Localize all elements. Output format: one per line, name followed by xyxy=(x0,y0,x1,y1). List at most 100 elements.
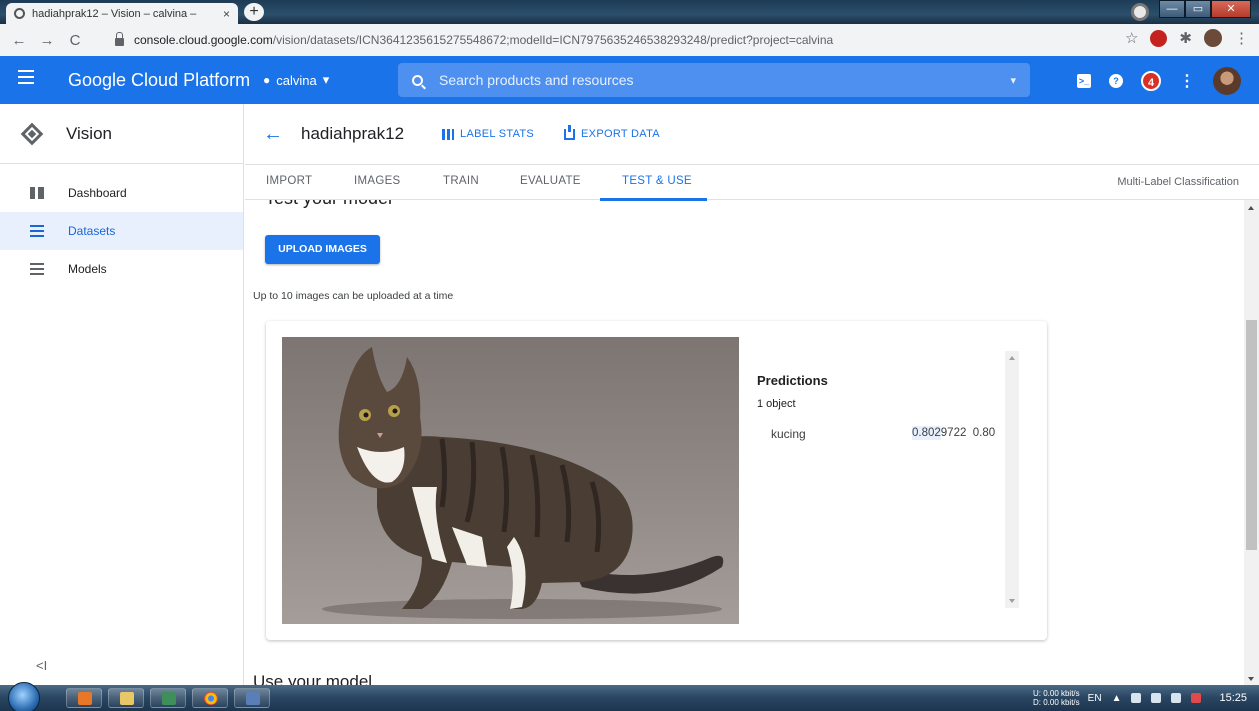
address-bar[interactable]: console.cloud.google.com/vision/datasets… xyxy=(105,27,1105,53)
dataset-header: ← hadiahprak12 LABEL STATS EXPORT DATA xyxy=(245,104,1259,164)
system-tray: U: 0.00 kbit/s D: 0.00 kbit/s EN ▲ 15:25 xyxy=(1033,689,1247,707)
header-actions: >_ ? 4 ⋮ xyxy=(1077,67,1241,95)
browser-tab[interactable]: hadiahprak12 – Vision – calvina – × xyxy=(6,3,238,24)
hamburger-menu-icon[interactable] xyxy=(18,70,34,88)
cat-illustration xyxy=(322,347,724,619)
profile-avatar-icon[interactable] xyxy=(1204,29,1222,47)
main-content: ← hadiahprak12 LABEL STATS EXPORT DATA I… xyxy=(245,104,1259,685)
reload-icon[interactable]: C xyxy=(64,32,86,49)
start-button[interactable] xyxy=(8,682,40,711)
prediction-label: kucing xyxy=(771,427,806,441)
net-down: D: 0.00 kbit/s xyxy=(1032,698,1080,707)
prediction-score: 0.8029722 0.80 xyxy=(912,426,996,440)
browser-toolbar-right: ☆ ✱ ⋮ xyxy=(1125,29,1249,47)
browser-menu-icon[interactable]: ⋮ xyxy=(1234,29,1249,47)
predictions-count: 1 object xyxy=(757,398,796,410)
test-model-heading: Test your model xyxy=(265,200,392,209)
browser-tabstrip: hadiahprak12 – Vision – calvina – × + — … xyxy=(0,0,1259,24)
bar-chart-icon xyxy=(442,128,455,140)
signal-icon[interactable] xyxy=(1171,693,1182,703)
collapse-sidebar-icon[interactable]: <I xyxy=(36,658,47,673)
network-speed: U: 0.00 kbit/s D: 0.00 kbit/s xyxy=(1033,689,1080,707)
gcp-header: Google Cloud Platform ● calvina ▾ Search… xyxy=(0,56,1259,104)
scrollbar-thumb[interactable] xyxy=(1246,320,1257,550)
screen: hadiahprak12 – Vision – calvina – × + — … xyxy=(0,0,1259,711)
gcp-title[interactable]: Google Cloud Platform xyxy=(68,70,250,91)
tab-close-icon[interactable]: × xyxy=(223,7,230,21)
gcp-favicon-icon xyxy=(14,8,25,19)
upload-images-button[interactable]: UPLOAD IMAGES xyxy=(265,235,380,264)
new-tab-button[interactable]: + xyxy=(244,3,264,21)
search-icon xyxy=(412,74,423,86)
use-model-heading: Use your model xyxy=(253,672,373,685)
sidebar-header: Vision xyxy=(0,104,243,164)
export-data-button[interactable]: EXPORT DATA xyxy=(564,124,660,140)
action-center-icon[interactable] xyxy=(1191,693,1202,703)
sidebar-item-label: Dashboard xyxy=(68,186,127,200)
model-type-label: Multi-Label Classification xyxy=(1117,176,1239,188)
tab-evaluate[interactable]: EVALUATE xyxy=(520,175,581,187)
forward-arrow-icon[interactable]: → xyxy=(36,32,58,49)
taskbar-explorer[interactable] xyxy=(108,688,144,708)
search-bar[interactable]: Search products and resources ▾ xyxy=(398,63,1030,97)
vision-product-icon xyxy=(20,122,44,145)
lock-icon xyxy=(115,32,124,46)
taskbar-clock[interactable]: 15:25 xyxy=(1219,692,1247,704)
search-expand-icon[interactable]: ▾ xyxy=(1010,74,1016,87)
list-icon xyxy=(30,263,44,275)
list-icon xyxy=(30,225,44,237)
predictions-panel: Predictions 1 object kucing 0.8029722 0.… xyxy=(757,351,1019,608)
label-stats-label: LABEL STATS xyxy=(460,128,535,140)
extension-red-icon[interactable] xyxy=(1150,29,1168,47)
net-up: U: 0.00 kbit/s xyxy=(1032,689,1080,698)
project-selector[interactable]: ● calvina ▾ xyxy=(263,72,329,88)
window-controls: — ▭ ✕ xyxy=(1159,0,1251,18)
dataset-tabs: IMPORT IMAGES TRAIN EVALUATE TEST & USE … xyxy=(245,164,1259,201)
bookmark-star-icon[interactable]: ☆ xyxy=(1125,29,1138,47)
minimize-button[interactable]: — xyxy=(1159,0,1185,18)
scroll-down-icon[interactable] xyxy=(1009,599,1015,603)
tab-images[interactable]: IMAGES xyxy=(354,175,401,187)
prediction-score-rounded: 0.80 xyxy=(972,427,996,439)
help-icon[interactable]: ? xyxy=(1109,74,1123,88)
taskbar-app-blue[interactable] xyxy=(234,688,270,708)
tab-train[interactable]: TRAIN xyxy=(443,175,479,187)
volume-icon[interactable] xyxy=(1151,693,1162,703)
extensions-puzzle-icon[interactable]: ✱ xyxy=(1179,29,1192,47)
project-icon: ● xyxy=(263,73,271,87)
more-options-icon[interactable]: ⋮ xyxy=(1179,71,1195,91)
label-stats-button[interactable]: LABEL STATS xyxy=(442,128,534,140)
scroll-up-icon[interactable] xyxy=(1009,356,1015,360)
sidebar-item-datasets[interactable]: Datasets xyxy=(0,212,243,250)
taskbar-chrome[interactable] xyxy=(192,688,228,708)
maximize-button[interactable]: ▭ xyxy=(1185,0,1211,18)
predictions-title: Predictions xyxy=(757,373,828,388)
taskbar-media-player[interactable] xyxy=(66,688,102,708)
close-window-button[interactable]: ✕ xyxy=(1211,0,1251,18)
prediction-card: Predictions 1 object kucing 0.8029722 0.… xyxy=(266,321,1047,640)
tray-expand-icon[interactable]: ▲ xyxy=(1112,693,1122,704)
scroll-down-icon[interactable] xyxy=(1248,677,1254,681)
sidebar-item-dashboard[interactable]: Dashboard xyxy=(0,174,243,212)
predictions-scrollbar[interactable] xyxy=(1005,351,1019,608)
power-icon[interactable] xyxy=(1131,693,1142,703)
browser-tab-title: hadiahprak12 – Vision – calvina – xyxy=(32,7,197,20)
account-avatar[interactable] xyxy=(1213,67,1241,95)
tab-test-and-use[interactable]: TEST & USE xyxy=(622,175,692,187)
page-scrollbar[interactable] xyxy=(1244,200,1259,685)
cloud-shell-icon[interactable]: >_ xyxy=(1077,74,1091,88)
tab-import[interactable]: IMPORT xyxy=(266,175,312,187)
product-name: Vision xyxy=(66,123,112,143)
browser-toolbar: ← → C console.cloud.google.com/vision/da… xyxy=(0,24,1259,56)
prediction-score-highlight: 0.802 xyxy=(912,426,941,440)
prediction-score-rest: 9722 xyxy=(940,427,967,439)
scroll-up-icon[interactable] xyxy=(1248,206,1254,210)
notifications-badge[interactable]: 4 xyxy=(1141,71,1161,91)
export-data-label: EXPORT DATA xyxy=(581,128,660,140)
language-indicator[interactable]: EN xyxy=(1088,693,1102,704)
sidebar-item-models[interactable]: Models xyxy=(0,250,243,288)
chrome-profile-icon[interactable] xyxy=(1131,3,1149,21)
back-arrow-icon[interactable]: ← xyxy=(263,123,283,146)
taskbar-app-green[interactable] xyxy=(150,688,186,708)
back-arrow-icon[interactable]: ← xyxy=(8,32,30,49)
